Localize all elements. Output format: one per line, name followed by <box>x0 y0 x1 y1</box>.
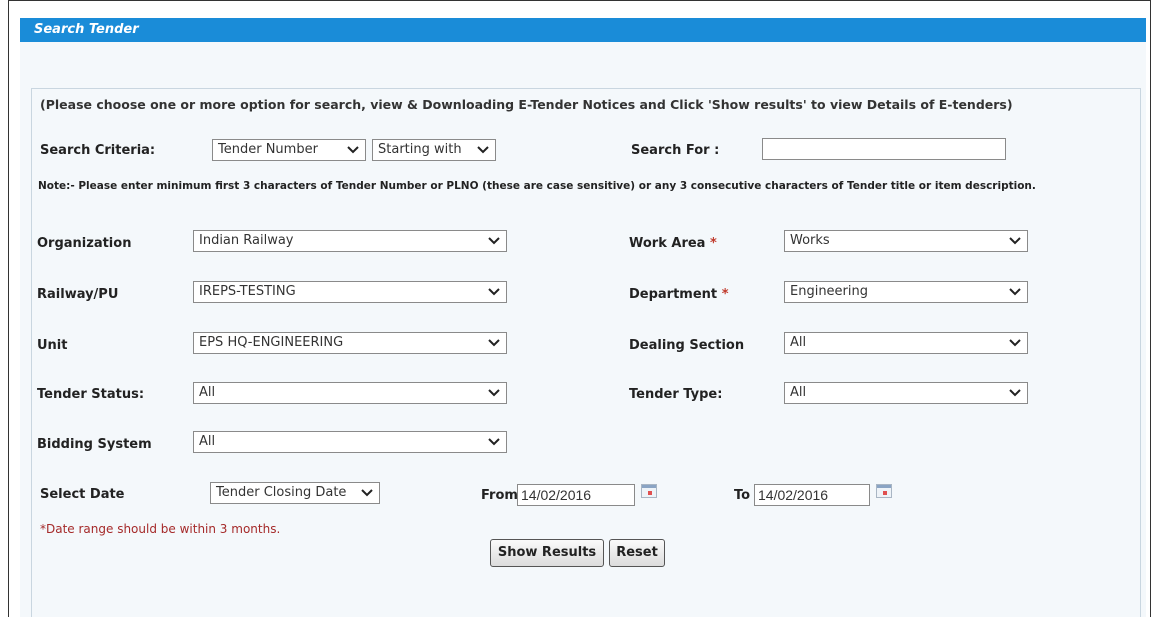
work-area-select[interactable]: Works <box>784 230 1028 252</box>
chevron-down-icon <box>488 231 500 245</box>
chevron-down-icon <box>488 333 500 347</box>
tender-type-label: Tender Type: <box>629 387 723 402</box>
department-value: Engineering <box>790 284 868 299</box>
dealing-section-label: Dealing Section <box>629 338 745 353</box>
search-criteria-label: Search Criteria: <box>40 143 156 158</box>
chevron-down-icon <box>1009 383 1021 397</box>
railway-label: Railway/PU <box>37 287 119 302</box>
date-range-note: *Date range should be within 3 months. <box>40 522 281 536</box>
chevron-down-icon <box>347 140 359 154</box>
unit-value: EPS HQ-ENGINEERING <box>199 335 344 350</box>
chevron-down-icon <box>477 140 489 154</box>
work-area-value: Works <box>790 233 830 248</box>
search-for-input[interactable] <box>762 138 1006 160</box>
chevron-down-icon <box>488 383 500 397</box>
organization-label: Organization <box>37 236 132 251</box>
department-label-text: Department <box>629 287 718 302</box>
search-match-select[interactable]: Starting with <box>372 139 496 161</box>
railway-value: IREPS-TESTING <box>199 284 296 299</box>
organization-value: Indian Railway <box>199 233 294 248</box>
to-label: To <box>734 488 751 503</box>
date-type-value: Tender Closing Date <box>216 485 347 500</box>
organization-select[interactable]: Indian Railway <box>193 230 507 252</box>
calendar-icon[interactable] <box>876 484 892 498</box>
dealing-section-value: All <box>790 335 807 350</box>
reset-button[interactable]: Reset <box>609 539 665 567</box>
tender-status-select[interactable]: All <box>193 382 507 404</box>
search-for-label: Search For : <box>631 143 720 158</box>
from-date-input[interactable]: 14/02/2016 <box>517 484 635 506</box>
tender-type-value: All <box>790 385 807 400</box>
to-date-input[interactable]: 14/02/2016 <box>754 484 870 506</box>
unit-label: Unit <box>37 338 68 353</box>
tender-status-value: All <box>199 385 216 400</box>
railway-select[interactable]: IREPS-TESTING <box>193 281 507 303</box>
bidding-system-value: All <box>199 434 216 449</box>
chevron-down-icon <box>488 282 500 296</box>
required-marker: * <box>709 236 717 251</box>
tender-status-label: Tender Status: <box>37 387 145 402</box>
department-label: Department * <box>629 287 729 302</box>
panel-header: Search Tender <box>20 18 1146 42</box>
note-text: Note:- Please enter minimum first 3 char… <box>38 180 1036 192</box>
chevron-down-icon <box>361 483 373 497</box>
calendar-icon[interactable] <box>641 484 657 498</box>
show-results-button[interactable]: Show Results <box>490 539 604 567</box>
search-criteria-value: Tender Number <box>218 142 318 157</box>
bidding-system-select[interactable]: All <box>193 431 507 453</box>
unit-select[interactable]: EPS HQ-ENGINEERING <box>193 332 507 354</box>
chevron-down-icon <box>1009 231 1021 245</box>
search-criteria-select[interactable]: Tender Number <box>212 139 366 161</box>
chevron-down-icon <box>1009 282 1021 296</box>
search-match-value: Starting with <box>378 142 462 157</box>
required-marker: * <box>721 287 729 302</box>
work-area-label: Work Area * <box>629 236 717 251</box>
panel-title: Search Tender <box>34 22 139 37</box>
from-label: From <box>481 488 518 503</box>
select-date-label: Select Date <box>40 487 125 502</box>
chevron-down-icon <box>1009 333 1021 347</box>
work-area-label-text: Work Area <box>629 236 706 251</box>
bidding-system-label: Bidding System <box>37 437 152 452</box>
instruction-text: (Please choose one or more option for se… <box>40 97 1013 112</box>
tender-type-select[interactable]: All <box>784 382 1028 404</box>
dealing-section-select[interactable]: All <box>784 332 1028 354</box>
date-type-select[interactable]: Tender Closing Date <box>210 482 380 504</box>
chevron-down-icon <box>488 432 500 446</box>
department-select[interactable]: Engineering <box>784 281 1028 303</box>
